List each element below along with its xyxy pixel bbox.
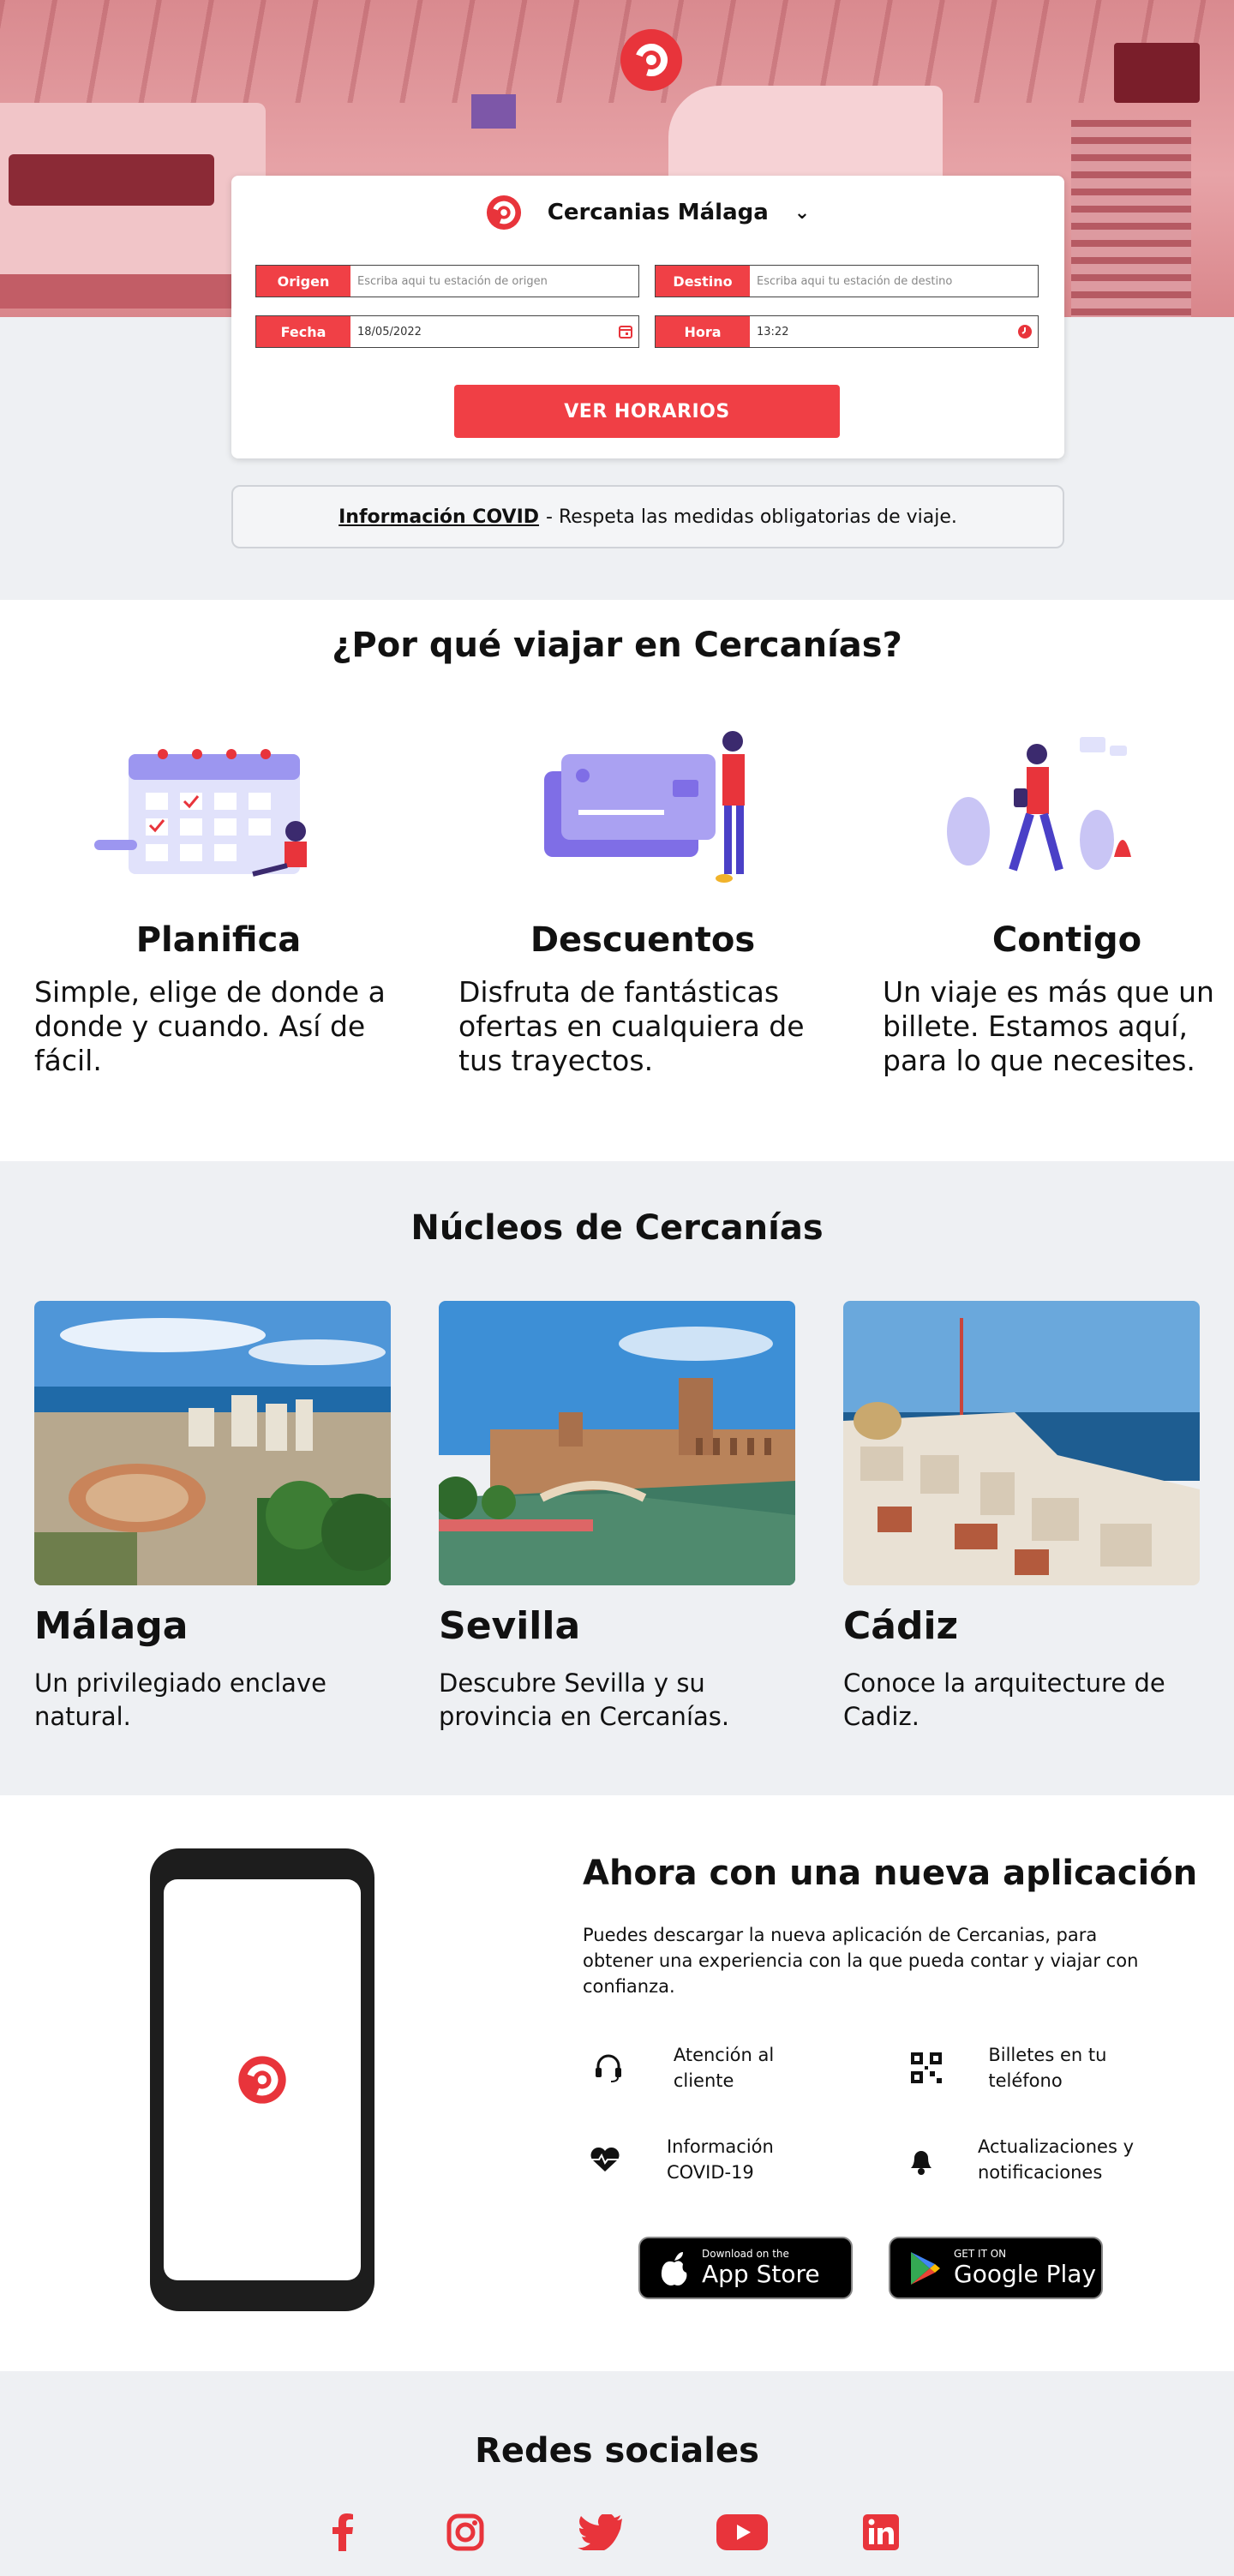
app-feature-atencion: Atención al cliente [583, 2042, 840, 2094]
googleplay-big-text: Google Play [954, 2260, 1097, 2288]
city-text: Conoce la arquitecture de Cadiz. [843, 1668, 1165, 1731]
qr-code-icon [904, 2042, 949, 2094]
destino-label: Destino [656, 266, 750, 297]
city-text: Un privilegiado enclave natural. [34, 1668, 326, 1731]
destino-input[interactable] [750, 266, 1038, 297]
why-section: ¿Por qué viajar en Cercanías? Planifica … [0, 600, 1234, 1161]
feature-text: Un viaje es más que un billete. Estamos … [883, 975, 1214, 1077]
feature-descuentos: Descuentos Disfruta de fantásticas ofert… [458, 728, 827, 1078]
covid-banner: Información COVID - Respeta las medidas … [231, 485, 1064, 548]
nucleo-selector[interactable]: Cercanias Málaga ⌄ [231, 195, 1064, 231]
traveler-illustration-icon [947, 737, 1131, 872]
feature-text: Disfruta de fantásticas ofertas en cualq… [458, 975, 805, 1077]
fecha-input[interactable] [350, 316, 613, 347]
appstore-big-text: App Store [702, 2260, 820, 2288]
googleplay-small-text: GET IT ON [954, 2248, 1007, 2260]
app-feature-label: Información COVID-19 [666, 2136, 774, 2183]
fecha-label: Fecha [256, 316, 350, 347]
app-feature-label: Atención al cliente [673, 2045, 775, 2091]
origen-label: Origen [256, 266, 350, 297]
nucleo-name: Cercanias Málaga [547, 200, 769, 225]
youtube-icon[interactable] [716, 2507, 768, 2558]
fecha-field: Fecha [255, 315, 639, 348]
app-description: Puedes descargar la nueva aplicación de … [583, 1925, 1139, 1997]
google-play-icon [911, 2251, 940, 2285]
app-section: Ahora con una nueva aplicación Puedes de… [0, 1795, 1234, 2371]
linkedin-icon[interactable] [862, 2507, 900, 2558]
sevilla-photo [439, 1301, 795, 1585]
bell-icon [904, 2134, 938, 2185]
social-section: Redes sociales [0, 2371, 1234, 2576]
app-feature-label: Billetes en tu teléfono [988, 2045, 1107, 2091]
google-play-button[interactable]: GET IT ON Google Play [889, 2237, 1103, 2299]
hora-label: Hora [656, 316, 750, 347]
app-store-button[interactable]: Download on the App Store [638, 2237, 853, 2299]
app-title: Ahora con una nueva aplicación [583, 1854, 1198, 1893]
calendar-illustration-icon [94, 749, 307, 877]
brand-logo-icon[interactable] [620, 29, 682, 91]
city-name: Sevilla [439, 1604, 581, 1648]
app-feature-label: Actualizaciones y notificaciones [978, 2136, 1135, 2183]
city-card-sevilla[interactable]: Sevilla Descubre Sevilla y su provincia … [439, 1301, 795, 1734]
covid-info-link[interactable]: Información COVID [338, 506, 539, 528]
calendar-icon[interactable] [613, 316, 638, 347]
credit-card-illustration-icon [544, 731, 745, 883]
feature-contigo: Contigo Un viaje es más que un billete. … [883, 728, 1234, 1078]
why-title: ¿Por qué viajar en Cercanías? [332, 626, 902, 665]
hora-field: Hora [655, 315, 1039, 348]
destino-field: Destino [655, 265, 1039, 297]
ver-horarios-button[interactable]: VER HORARIOS [454, 385, 840, 438]
headset-icon [583, 2042, 634, 2094]
facebook-icon[interactable] [326, 2507, 360, 2558]
app-feature-billetes: Billetes en tu teléfono [904, 2042, 1161, 2094]
feature-title: Contigo [991, 920, 1142, 960]
nucleos-title: Núcleos de Cercanías [410, 1208, 824, 1248]
apple-icon [661, 2251, 687, 2285]
malaga-photo [34, 1301, 391, 1585]
app-logo-icon [238, 2056, 286, 2104]
app-feature-actualizaciones: Actualizaciones y notificaciones [904, 2134, 1161, 2185]
app-feature-covid: Información COVID-19 [583, 2134, 840, 2185]
hero-section: Cercanias Málaga ⌄ Origen Destino Fecha … [0, 0, 1234, 600]
heart-pulse-icon [583, 2134, 627, 2185]
feature-title: Descuentos [530, 920, 756, 960]
origen-input[interactable] [350, 266, 638, 297]
search-card: Cercanias Málaga ⌄ Origen Destino Fecha … [231, 176, 1064, 458]
appstore-small-text: Download on the [702, 2248, 789, 2260]
hora-input[interactable] [750, 316, 1012, 347]
city-card-malaga[interactable]: Málaga Un privilegiado enclave natural. [34, 1301, 391, 1734]
city-name: Cádiz [843, 1604, 959, 1648]
city-card-cadiz[interactable]: Cádiz Conoce la arquitecture de Cadiz. [843, 1301, 1200, 1734]
instagram-icon[interactable] [444, 2507, 487, 2558]
social-title: Redes sociales [475, 2431, 759, 2471]
feature-text: Simple, elige de donde a donde y cuando.… [34, 975, 386, 1077]
feature-planifica: Planifica Simple, elige de donde a donde… [34, 728, 403, 1078]
city-text: Descubre Sevilla y su provincia en Cerca… [439, 1668, 730, 1731]
chevron-down-icon[interactable]: ⌄ [794, 202, 810, 224]
nucleos-section: Núcleos de Cercanías Málaga Un privilegi… [0, 1161, 1234, 1795]
cadiz-photo [843, 1301, 1200, 1585]
phone-mockup [150, 1848, 374, 2311]
city-name: Málaga [34, 1604, 189, 1648]
clock-icon[interactable] [1012, 316, 1038, 347]
feature-title: Planifica [135, 920, 302, 960]
brand-mini-logo-icon [486, 195, 521, 231]
twitter-icon[interactable] [576, 2507, 624, 2558]
origen-field: Origen [255, 265, 639, 297]
covid-text: - Respeta las medidas obligatorias de vi… [546, 506, 957, 528]
